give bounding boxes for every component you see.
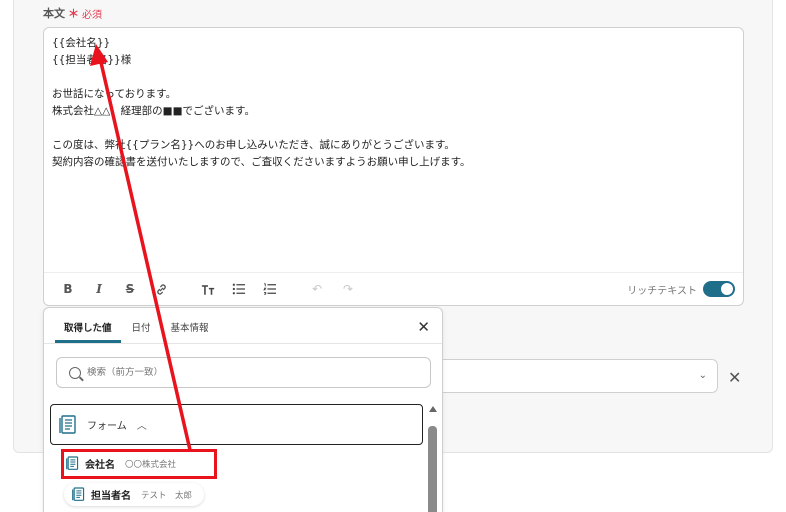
editor-line[interactable]: 株式会社△△ 経理部の■■でございます。 xyxy=(52,103,471,120)
close-icon[interactable]: ✕ xyxy=(417,318,430,336)
popup-scrollbar[interactable] xyxy=(428,406,437,512)
item-name: 担当者名 xyxy=(91,491,131,502)
editor-line[interactable] xyxy=(52,120,471,137)
bold-button[interactable]: B xyxy=(58,279,78,299)
group-form[interactable]: フォーム ︿ xyxy=(50,404,423,445)
underlying-select[interactable]: ⌄ xyxy=(438,359,718,393)
chevron-down-icon: ⌄ xyxy=(698,370,707,381)
search-icon xyxy=(69,366,81,379)
editor-toolbar: B I S ↶ ↷ リッチテキスト xyxy=(44,272,743,305)
text-size-icon xyxy=(201,284,215,295)
italic-button[interactable]: I xyxy=(89,279,109,299)
group-label: フォーム xyxy=(87,421,127,432)
editor-line[interactable] xyxy=(52,69,471,86)
required-badge: 必須 xyxy=(82,9,102,21)
chevron-up-icon[interactable]: ︿ xyxy=(137,417,147,432)
variable-picker-popup: 取得した値 日付 基本情報 ✕ フォーム ︿ 会社名 〇〇株式会社 担当者名 テ… xyxy=(43,307,443,512)
tab-acquired-values[interactable]: 取得した値 xyxy=(55,320,121,343)
editor-line[interactable]: この度は、弊社{{プラン名}}へのお申し込みいただき、誠にありがとうございます。 xyxy=(52,137,471,154)
text-format-button[interactable] xyxy=(198,279,218,299)
editor-content[interactable]: {{会社名}} {{担当者名}}様 お世話になっております。 株式会社△△ 経理部の… xyxy=(52,35,471,171)
editor-line[interactable]: お世話になっております。 xyxy=(52,86,471,103)
numbered-list-button[interactable] xyxy=(260,279,280,299)
search-input[interactable] xyxy=(87,367,387,378)
redo-button[interactable]: ↷ xyxy=(338,279,358,299)
item-sample: テスト 太郎 xyxy=(141,490,193,501)
search-box[interactable] xyxy=(56,357,431,388)
list-item-contact[interactable]: 担当者名 テスト 太郎 xyxy=(64,483,205,506)
rich-text-label: リッチテキスト xyxy=(627,285,697,297)
rich-text-toggle[interactable] xyxy=(703,281,735,297)
tab-basic-info[interactable]: 基本情報 xyxy=(162,320,218,343)
popup-tabs: 取得した値 日付 基本情報 xyxy=(44,308,442,344)
rich-text-toggle-group: リッチテキスト xyxy=(627,281,735,297)
required-star: ＊ xyxy=(68,7,79,20)
editor-line[interactable]: {{担当者名}}様 xyxy=(52,52,471,69)
scroll-up-icon[interactable] xyxy=(429,406,437,412)
clear-icon[interactable]: ✕ xyxy=(728,368,741,387)
bullet-list-icon xyxy=(232,283,245,295)
link-button[interactable] xyxy=(151,279,171,299)
field-label: 本文 ＊ 必須 xyxy=(43,5,102,21)
editor-line[interactable]: 契約内容の確認書を送付いたしますので、ご査収くださいますようお願い申し上げます。 xyxy=(52,154,471,171)
link-icon xyxy=(156,283,166,295)
editor-line[interactable]: {{会社名}} xyxy=(52,35,471,52)
scroll-thumb[interactable] xyxy=(428,426,437,512)
strikethrough-button[interactable]: S xyxy=(120,279,140,299)
bullet-list-button[interactable] xyxy=(229,279,249,299)
field-label-text: 本文 xyxy=(43,7,65,20)
item-doc-icon xyxy=(72,487,85,501)
body-editor[interactable]: {{会社名}} {{担当者名}}様 お世話になっております。 株式会社△△ 経理部の… xyxy=(43,27,744,306)
numbered-list-icon xyxy=(263,283,276,295)
annotation-highlight-box xyxy=(61,449,217,479)
form-doc-icon xyxy=(59,414,77,435)
tab-date[interactable]: 日付 xyxy=(123,320,160,343)
undo-button[interactable]: ↶ xyxy=(307,279,327,299)
